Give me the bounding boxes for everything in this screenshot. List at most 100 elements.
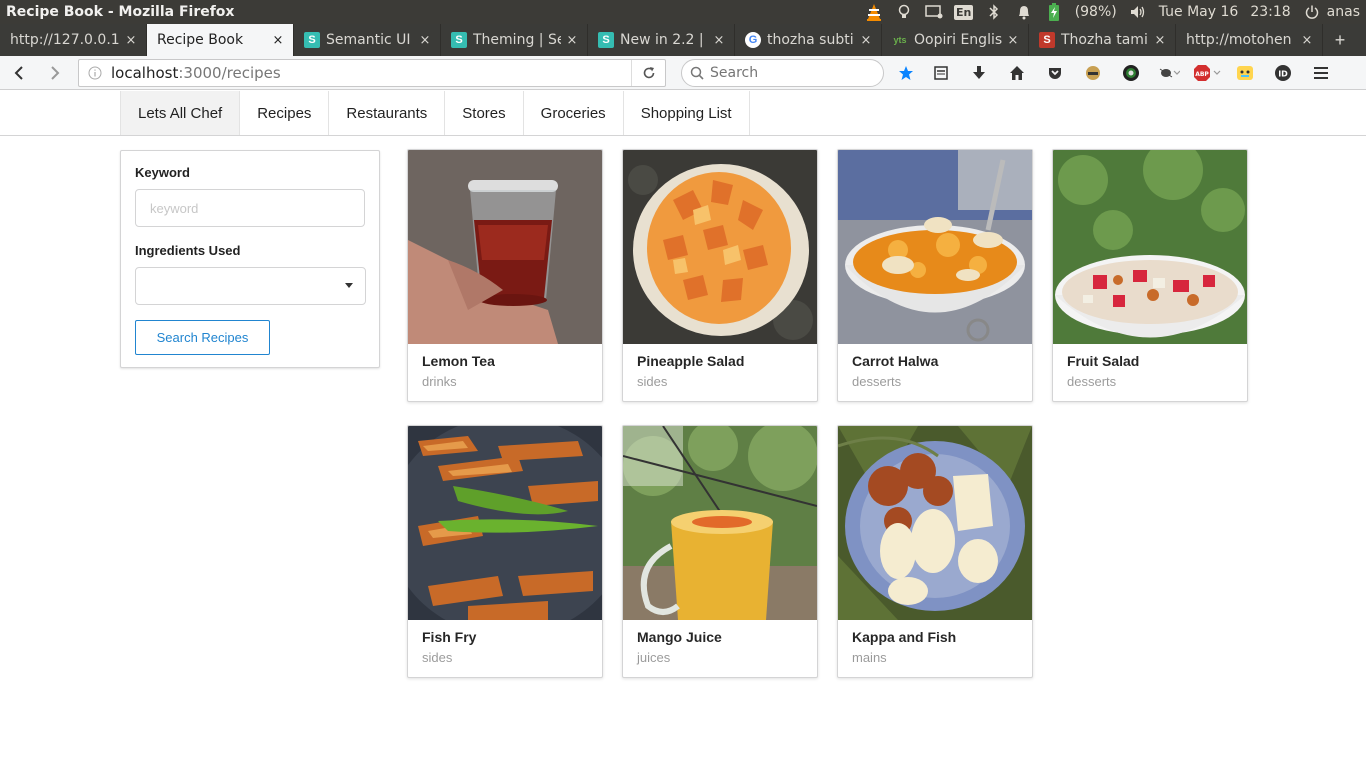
battery-percent: (98%) — [1074, 4, 1117, 20]
close-tab-icon[interactable]: × — [565, 33, 579, 48]
recipe-name[interactable]: Fish Fry — [422, 629, 588, 645]
recipe-card-content: Carrot Halwa desserts — [838, 344, 1032, 398]
browser-tab[interactable]: Gthozha subti × — [735, 24, 882, 56]
bluetooth-icon[interactable] — [983, 0, 1005, 24]
close-tab-icon[interactable]: × — [1300, 33, 1314, 48]
browser-tab[interactable]: S Thozha tamil × — [1029, 24, 1176, 56]
recipe-name[interactable]: Lemon Tea — [422, 353, 588, 369]
close-tab-icon[interactable]: × — [712, 33, 726, 48]
volume-icon[interactable] — [1127, 0, 1149, 24]
new-tab-plus-icon[interactable]: + — [1323, 24, 1357, 56]
tab-label: Recipe Book — [157, 32, 244, 48]
recipe-card[interactable]: Mango Juice juices — [622, 425, 818, 678]
close-tab-icon[interactable]: × — [1153, 33, 1167, 48]
home-icon[interactable] — [998, 56, 1036, 90]
close-tab-icon[interactable]: × — [271, 33, 285, 48]
recipe-name[interactable]: Mango Juice — [637, 629, 803, 645]
recipe-image[interactable] — [1053, 150, 1247, 344]
svg-text:ID: ID — [1278, 70, 1288, 79]
bookmark-star-icon[interactable] — [890, 56, 922, 90]
recipe-card[interactable]: Carrot Halwa desserts — [837, 149, 1033, 402]
reload-button[interactable] — [631, 60, 665, 86]
close-tab-icon[interactable]: × — [1006, 33, 1020, 48]
recipe-image[interactable] — [408, 426, 602, 620]
menu-item[interactable]: Shopping List — [624, 91, 750, 135]
recipe-image[interactable] — [408, 150, 602, 344]
menu-item[interactable]: Restaurants — [329, 91, 446, 135]
extension-face-icon[interactable] — [1226, 56, 1264, 90]
recipe-category: sides — [422, 650, 453, 665]
recipe-card[interactable]: Pineapple Salad sides — [622, 149, 818, 402]
tab-label: Thozha tamil — [1061, 32, 1149, 48]
recipe-category: sides — [637, 374, 668, 389]
ingredients-dropdown[interactable] — [135, 267, 366, 305]
reading-list-icon[interactable] — [922, 56, 960, 90]
recipe-card[interactable]: Fish Fry sides — [407, 425, 603, 678]
search-recipes-button[interactable]: Search Recipes — [135, 320, 270, 355]
browser-tab[interactable]: http://127.0.0.1 × — [0, 24, 147, 56]
browser-tab[interactable]: Recipe Book × — [147, 24, 294, 56]
back-button[interactable] — [3, 58, 37, 88]
tab-strip: http://127.0.0.1 × Recipe Book × S Semantic U… — [0, 24, 1366, 56]
battery-icon[interactable] — [1043, 0, 1065, 24]
close-tab-icon[interactable]: × — [418, 33, 432, 48]
recipe-card[interactable]: Fruit Salad desserts — [1052, 149, 1248, 402]
recipe-image[interactable] — [838, 426, 1032, 620]
close-tab-icon[interactable]: × — [859, 33, 873, 48]
download-icon[interactable] — [960, 56, 998, 90]
recipe-category: desserts — [1067, 374, 1117, 389]
recipe-card[interactable]: Lemon Tea drinks — [407, 149, 603, 402]
forward-button[interactable] — [37, 58, 71, 88]
recipe-card-content: Fish Fry sides — [408, 620, 602, 674]
url-text[interactable]: localhost:3000/recipes — [111, 64, 631, 82]
menu-hamburger-icon[interactable] — [1302, 56, 1340, 90]
browser-tab[interactable]: S Semantic UI × — [294, 24, 441, 56]
keyword-input[interactable] — [135, 189, 365, 227]
browser-search-input[interactable] — [710, 65, 870, 81]
user-name[interactable]: anas — [1327, 4, 1360, 20]
extension-bug-icon[interactable] — [1150, 56, 1188, 90]
extension-circle-icon[interactable] — [1112, 56, 1150, 90]
clock-date[interactable]: Tue May 16 — [1159, 4, 1239, 20]
adblock-icon[interactable]: ABP — [1188, 56, 1226, 90]
menu-item[interactable]: Stores — [445, 91, 524, 135]
recipe-card[interactable]: Kappa and Fish mains — [837, 425, 1033, 678]
browser-tab[interactable]: S New in 2.2 | S × — [588, 24, 735, 56]
keyboard-layout-icon[interactable]: En — [953, 0, 975, 24]
recipe-image[interactable] — [838, 150, 1032, 344]
menu-item[interactable]: Lets All Chef — [121, 91, 241, 135]
recipe-name[interactable]: Pineapple Salad — [637, 353, 803, 369]
recipe-image[interactable] — [623, 150, 817, 344]
recipe-name[interactable]: Carrot Halwa — [852, 353, 1018, 369]
recipe-image[interactable] — [623, 426, 817, 620]
url-bar[interactable]: localhost:3000/recipes — [78, 59, 666, 87]
recipe-card-content: Mango Juice juices — [623, 620, 817, 674]
browser-tab[interactable]: S Theming | Se × — [441, 24, 588, 56]
tab-label: thozha subti — [767, 32, 854, 48]
search-bar[interactable] — [681, 59, 884, 87]
close-tab-icon[interactable]: × — [124, 33, 138, 48]
screen-cast-icon[interactable] — [923, 0, 945, 24]
lightbulb-icon[interactable] — [893, 0, 915, 24]
menu-item[interactable]: Recipes — [240, 91, 330, 135]
bell-icon[interactable] — [1013, 0, 1035, 24]
recipe-name[interactable]: Fruit Salad — [1067, 353, 1233, 369]
vlc-icon[interactable] — [863, 0, 885, 24]
tab-label: http://127.0.0.1 — [10, 32, 120, 48]
browser-tab[interactable]: yts Oopiri Englis × — [882, 24, 1029, 56]
tab-label: Semantic UI — [326, 32, 411, 48]
window-title: Recipe Book - Mozilla Firefox — [6, 4, 235, 20]
extension-helmet-icon[interactable] — [1074, 56, 1112, 90]
tab-label: Oopiri Englis — [914, 32, 1002, 48]
nav-toolbar: localhost:3000/recipes Search ABP ID — [0, 56, 1366, 90]
power-icon[interactable] — [1301, 0, 1323, 24]
clock-time[interactable]: 23:18 — [1250, 4, 1290, 20]
browser-tab[interactable]: http://motohen × — [1176, 24, 1323, 56]
info-icon[interactable] — [79, 66, 111, 80]
menu-item[interactable]: Groceries — [524, 91, 624, 135]
recipe-category: mains — [852, 650, 887, 665]
recipe-category: juices — [637, 650, 671, 665]
pocket-icon[interactable] — [1036, 56, 1074, 90]
recipe-name[interactable]: Kappa and Fish — [852, 629, 1018, 645]
extension-id-icon[interactable]: ID — [1264, 56, 1302, 90]
